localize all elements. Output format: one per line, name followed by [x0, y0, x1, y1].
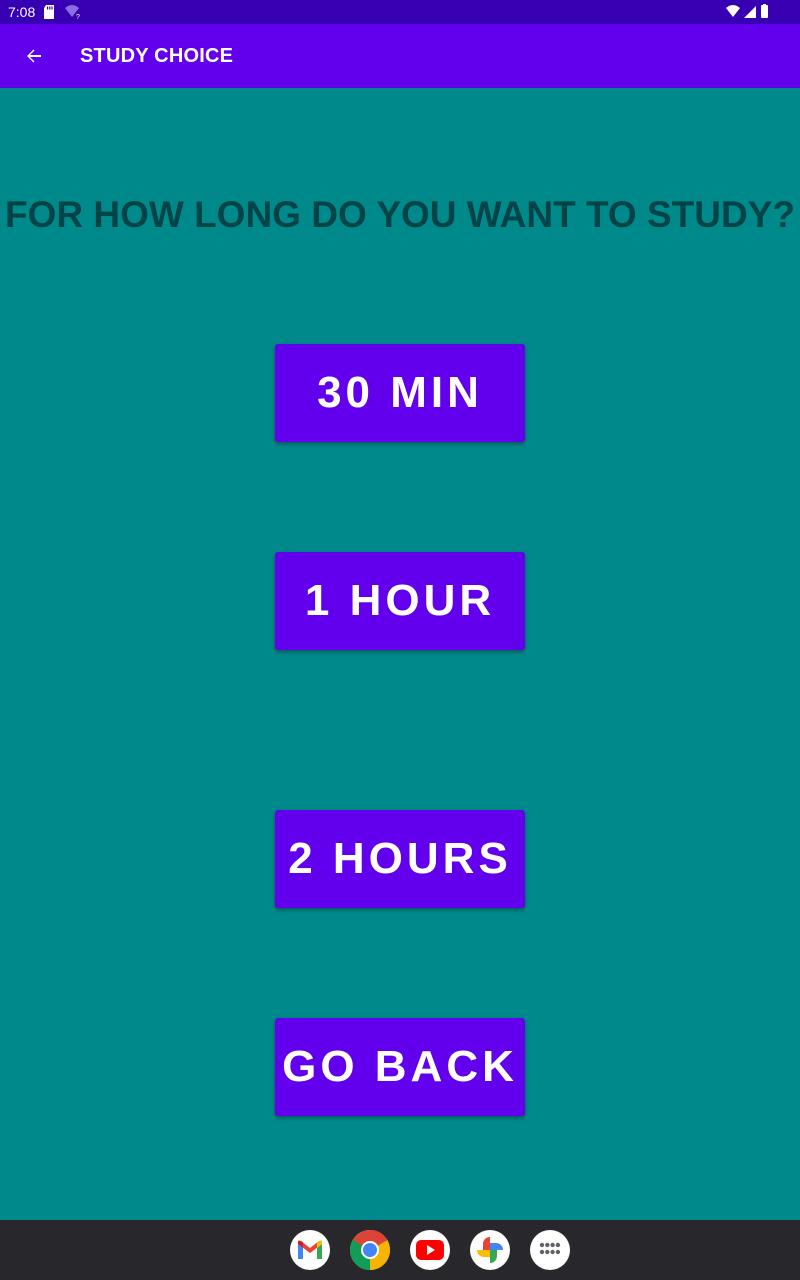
wifi-icon	[726, 5, 740, 17]
svg-text:?: ?	[76, 14, 80, 20]
photos-icon[interactable]	[470, 1230, 510, 1270]
back-button[interactable]	[14, 36, 54, 76]
app-dock	[0, 1220, 800, 1280]
thirty-min-button[interactable]: 30 MIN	[275, 344, 525, 442]
status-time: 7:08	[8, 4, 36, 20]
status-right-icons	[726, 4, 768, 18]
study-choice-screen: 7:08 ? STUDY CHOICE FOR HOW LONG DO YOU …	[0, 0, 800, 1280]
wifi-question-icon: ?	[65, 5, 80, 20]
battery-icon	[761, 5, 768, 18]
cell-signal-icon	[744, 6, 756, 18]
go-back-button[interactable]: GO BACK	[275, 1018, 525, 1116]
one-hour-button[interactable]: 1 HOUR	[275, 552, 525, 650]
chrome-icon[interactable]	[350, 1230, 390, 1270]
arrow-back-icon	[27, 49, 41, 63]
sd-card-icon	[44, 5, 54, 19]
two-hours-button[interactable]: 2 HOURS	[275, 810, 525, 908]
study-duration-question: FOR HOW LONG DO YOU WANT TO STUDY?	[4, 194, 795, 235]
app-title: STUDY CHOICE	[80, 45, 234, 67]
app-bar: STUDY CHOICE	[0, 24, 800, 88]
youtube-icon[interactable]	[410, 1230, 450, 1270]
status-bar: 7:08 ?	[0, 0, 800, 24]
gmail-icon[interactable]	[290, 1230, 330, 1270]
app-drawer-icon[interactable]	[530, 1230, 570, 1270]
